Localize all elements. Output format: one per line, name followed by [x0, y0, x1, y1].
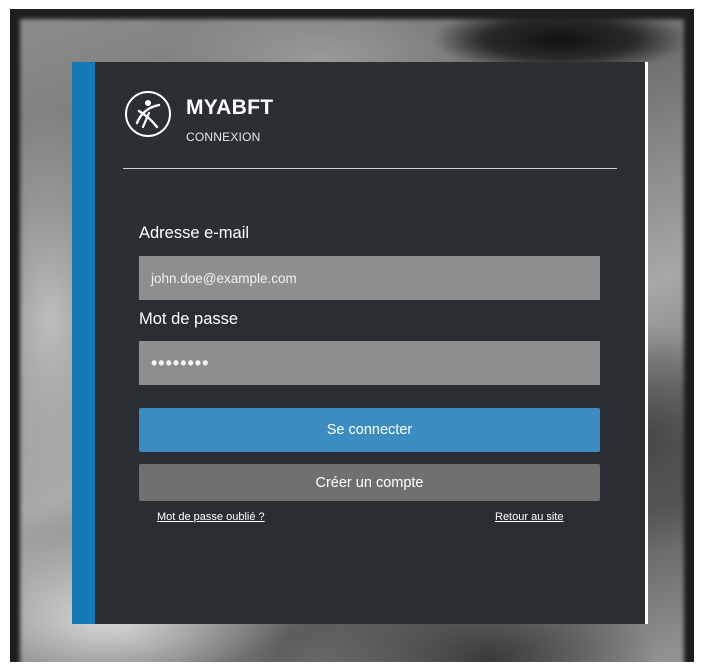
- email-label: Adresse e-mail: [139, 224, 250, 242]
- brand-name: MYABFT: [186, 96, 274, 119]
- page-subtitle: CONNEXION: [186, 130, 261, 144]
- header-divider: [123, 168, 617, 169]
- login-panel: MYABFT CONNEXION Adresse e-mail john.doe…: [72, 62, 648, 624]
- password-value: ••••••••: [151, 352, 210, 373]
- myabft-logo-icon: [125, 91, 171, 137]
- login-button[interactable]: Se connecter: [139, 408, 600, 452]
- email-value: john.doe@example.com: [151, 270, 297, 286]
- back-to-site-link[interactable]: Retour au site: [495, 511, 563, 523]
- password-field[interactable]: ••••••••: [139, 341, 600, 385]
- accent-bar: [72, 62, 95, 624]
- create-account-button[interactable]: Créer un compte: [139, 464, 600, 501]
- email-field[interactable]: john.doe@example.com: [139, 256, 600, 300]
- password-label: Mot de passe: [139, 310, 239, 328]
- forgot-password-link[interactable]: Mot de passe oublié ?: [157, 511, 265, 523]
- window-frame: MYABFT CONNEXION Adresse e-mail john.doe…: [10, 9, 694, 662]
